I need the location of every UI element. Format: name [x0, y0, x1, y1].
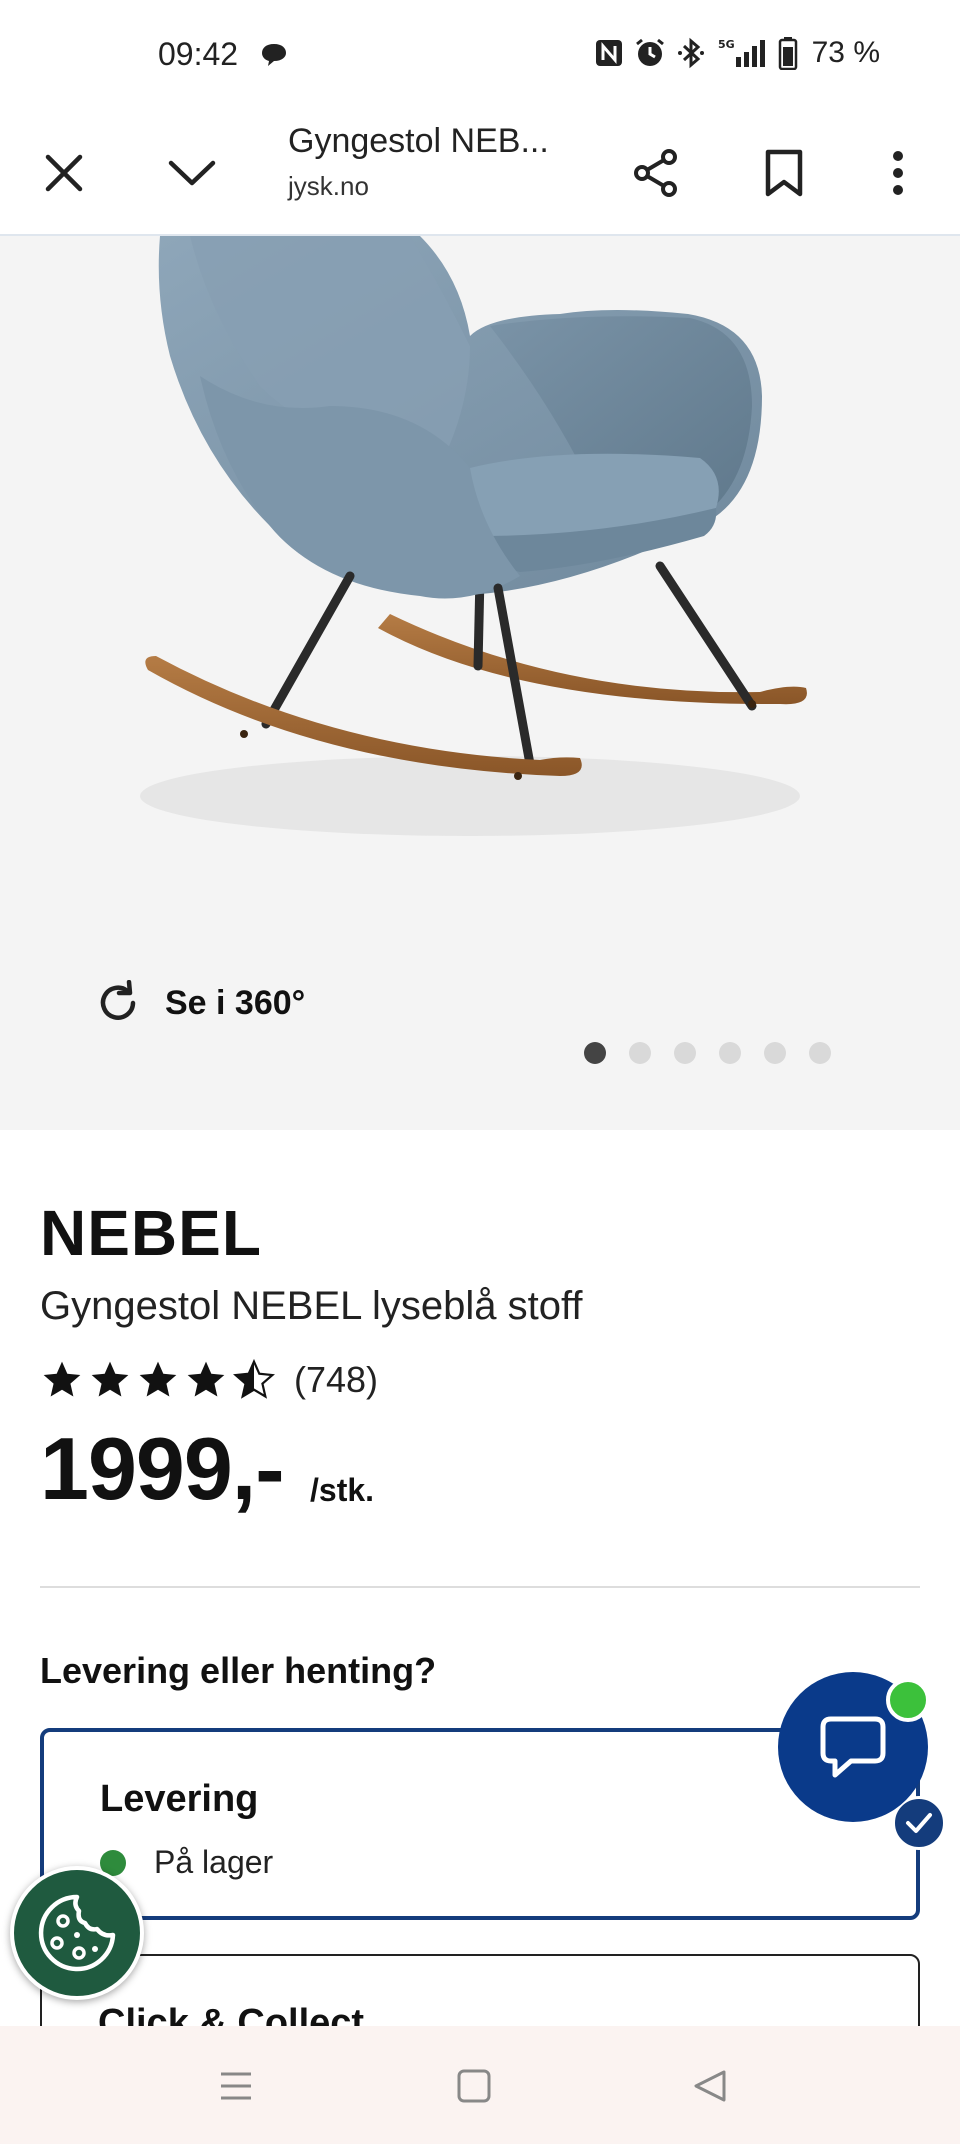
page-domain: jysk.no — [288, 171, 369, 201]
product-price: 1999,- — [40, 1419, 285, 1518]
rating-count: (748) — [294, 1359, 379, 1400]
view-360-label: Se i 360° — [165, 983, 306, 1022]
bookmark-icon[interactable] — [744, 110, 824, 236]
gallery-dot[interactable] — [719, 1042, 741, 1064]
address-bar[interactable]: Gyngestol NEB... jysk.no — [288, 116, 588, 202]
chevron-down-icon[interactable] — [152, 110, 232, 236]
more-vertical-icon[interactable] — [858, 110, 938, 236]
online-indicator — [886, 1678, 930, 1722]
cookie-icon — [38, 1894, 116, 1972]
nfc-icon — [594, 38, 624, 68]
browser-toolbar: Gyngestol NEB... jysk.no — [0, 110, 960, 236]
stock-label: På lager — [154, 1844, 274, 1880]
product-brand: NEBEL — [40, 1197, 262, 1269]
gallery-dot[interactable] — [584, 1042, 606, 1064]
close-icon[interactable] — [24, 110, 104, 236]
share-icon[interactable] — [616, 110, 696, 236]
star-icon — [91, 1361, 129, 1397]
stock-status: På lager — [100, 1844, 273, 1881]
gallery-dot[interactable] — [629, 1042, 651, 1064]
rotate-icon — [100, 980, 136, 1020]
product-name: Gyngestol NEBEL lyseblå stoff — [40, 1284, 583, 1328]
home-icon[interactable] — [444, 2056, 504, 2116]
star-icon — [43, 1361, 81, 1397]
page-title: Gyngestol NEB... — [288, 122, 549, 160]
back-icon[interactable] — [680, 2056, 740, 2116]
price-unit: /stk. — [310, 1472, 375, 1508]
chat-bubble-icon — [260, 42, 288, 73]
gallery-dot[interactable] — [674, 1042, 696, 1064]
gallery-pagination — [584, 1042, 831, 1064]
option-title: Levering — [100, 1778, 259, 1820]
product-rating[interactable]: (748) — [40, 1358, 378, 1402]
delivery-heading: Levering eller henting? — [40, 1650, 437, 1691]
divider — [40, 1586, 920, 1588]
view-360-button[interactable]: Se i 360° — [95, 980, 305, 1026]
half-star-icon — [233, 1358, 275, 1399]
status-icons: 5G 73 % — [594, 36, 880, 70]
system-navigation-bar — [0, 2026, 960, 2144]
status-time: 09:42 — [158, 36, 239, 72]
signal-5g-icon: 5G — [716, 37, 768, 69]
star-icon — [139, 1361, 177, 1397]
status-bar: 09:42 5G 73 % — [0, 0, 960, 110]
bluetooth-icon — [676, 37, 706, 69]
gallery-dot[interactable] — [809, 1042, 831, 1064]
battery-percent: 73 % — [811, 36, 880, 69]
gallery-dot[interactable] — [764, 1042, 786, 1064]
recent-apps-icon[interactable] — [206, 2056, 266, 2116]
star-icon — [187, 1361, 225, 1397]
chat-icon — [820, 1716, 886, 1778]
alarm-icon — [634, 37, 666, 69]
battery-icon — [778, 36, 798, 70]
svg-text:5G: 5G — [718, 38, 735, 51]
cookie-settings-button[interactable] — [10, 1866, 144, 2000]
